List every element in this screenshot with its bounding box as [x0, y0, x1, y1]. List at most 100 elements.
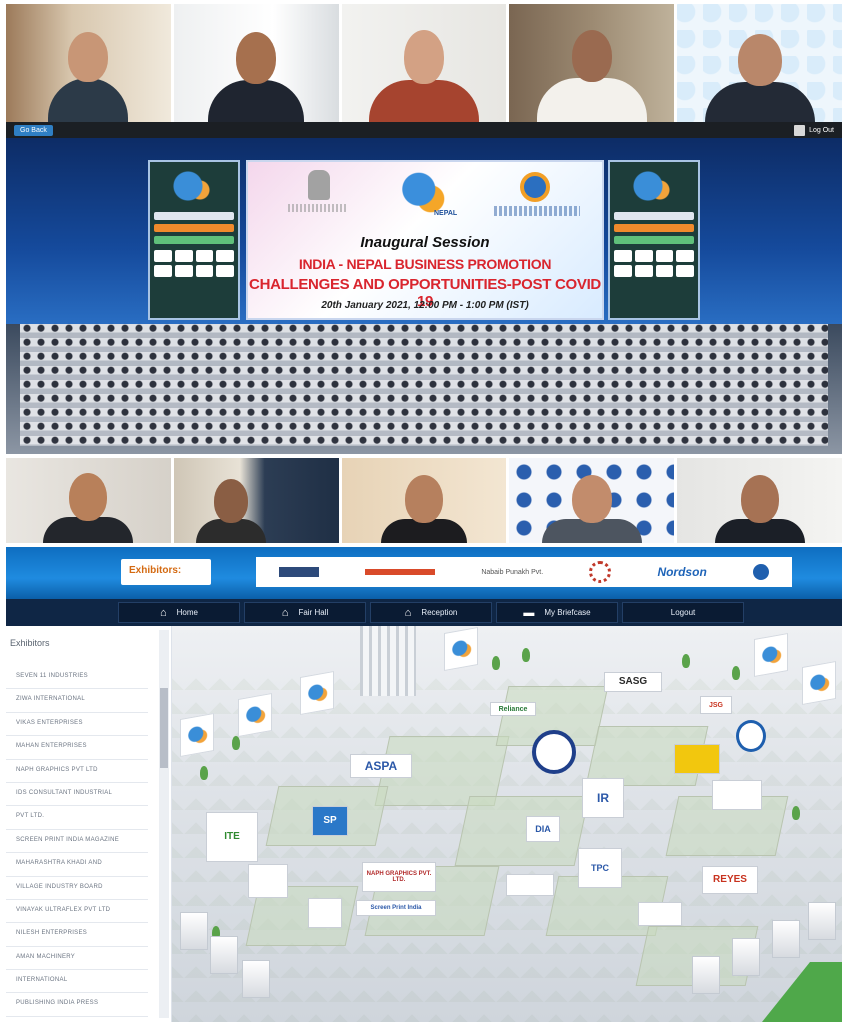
- booth-logo[interactable]: [308, 898, 342, 928]
- event-flag-icon: [238, 693, 272, 737]
- side-screen-left: [148, 160, 240, 320]
- exhibitor-list-item[interactable]: VIKAS ENTERPRISES: [6, 713, 148, 737]
- booth-logo-aspa[interactable]: ASPA: [350, 754, 412, 778]
- session-date: 20th January 2021, 12:00 PM - 1:00 PM (I…: [321, 300, 529, 311]
- event-flag-icon: [754, 633, 788, 677]
- fair-navigation-bar: ⌂ Home ⌂ Fair Hall ⌂ Reception ▬ My Brie…: [6, 599, 842, 626]
- booth-logo-naph-graphics[interactable]: NAPH GRAPHICS PVT. LTD.: [362, 862, 436, 892]
- chamber-logo-icon: [520, 172, 550, 202]
- hall-entrance-pillar: [360, 626, 416, 696]
- exhibitor-sidebar: Exhibitors SEVEN 11 INDUSTRIES ZIWA INTE…: [6, 626, 172, 1022]
- event-flag-icon: [180, 713, 214, 757]
- sponsor-logo[interactable]: Nabaib Punakh Pvt.: [481, 569, 543, 576]
- exhibitor-banner: Exhibitors: Nabaib Punakh Pvt. Nordson: [6, 547, 842, 599]
- audience-seats: [20, 324, 828, 446]
- booth-logo[interactable]: [506, 874, 554, 896]
- booth-platform[interactable]: [454, 796, 590, 866]
- exhibitor-list-item[interactable]: AMAN MACHINERY: [6, 947, 148, 971]
- exhibitor-list-item[interactable]: NAPH GRAPHICS PVT LTD: [6, 760, 148, 783]
- event-flag-icon: [444, 627, 478, 671]
- nav-label: Logout: [670, 608, 696, 617]
- participant-video-tile: [509, 4, 675, 122]
- exhibitor-list-item[interactable]: IDS CONSULTANT INDUSTRIAL: [6, 783, 148, 807]
- participant-video-tile: [6, 458, 171, 543]
- nav-label: Fair Hall: [298, 608, 329, 617]
- mandala-logo-icon[interactable]: [589, 561, 612, 583]
- booth-logo[interactable]: [712, 780, 762, 810]
- session-title-screen: NEPAL Inaugural Session INDIA - NEPAL BU…: [246, 160, 604, 320]
- log-out-button[interactable]: Log Out: [794, 124, 834, 136]
- participant-video-tile: [341, 4, 507, 122]
- nav-logout-button[interactable]: Logout: [622, 602, 744, 623]
- exhibitor-list-item[interactable]: SCREEN PRINT INDIA MAGAZINE: [6, 830, 148, 854]
- exhibitor-list-item[interactable]: PVT LTD.: [6, 806, 148, 830]
- event-flag-icon: [300, 671, 334, 715]
- exhibitors-label: Exhibitors:: [121, 559, 211, 585]
- participant-video-tile: [677, 458, 842, 543]
- booth-logo-reliance[interactable]: Reliance: [490, 702, 536, 716]
- conference-control-bar: Go Back Log Out: [6, 122, 842, 138]
- exhibitor-list-item[interactable]: VILLAGE INDUSTRY BOARD: [6, 877, 148, 900]
- virtual-event-screenshot: Go Back Log Out NEPAL Inaugural Session …: [0, 0, 848, 1023]
- nav-label: My Briefcase: [544, 608, 591, 617]
- event-logo-icon: [164, 168, 224, 208]
- booth-logo-dia[interactable]: DIA: [526, 816, 560, 842]
- booth-logo-sp[interactable]: SP: [312, 806, 348, 836]
- side-screen-right: [608, 160, 700, 320]
- booth-logo-jsg[interactable]: JSG: [700, 696, 732, 714]
- participant-video-row-top: [6, 4, 842, 122]
- participant-video-tile: [173, 458, 339, 543]
- sponsor-logo[interactable]: [279, 567, 320, 577]
- nav-briefcase-button[interactable]: ▬ My Briefcase: [496, 602, 618, 623]
- participant-video-tile: [6, 4, 171, 122]
- go-back-button[interactable]: Go Back: [14, 124, 53, 136]
- booth-logo[interactable]: [638, 902, 682, 926]
- booth-logo-tpc[interactable]: TPC: [578, 848, 622, 888]
- booth-logo[interactable]: [532, 730, 576, 774]
- session-headline-1: INDIA - NEPAL BUSINESS PROMOTION: [298, 256, 552, 272]
- participant-video-tile: [173, 4, 339, 122]
- virtual-auditorium: NEPAL Inaugural Session INDIA - NEPAL BU…: [6, 138, 842, 454]
- exhibitor-list-item[interactable]: PUBLISHING INDIA PRESS: [6, 993, 148, 1017]
- nav-label: Home: [176, 608, 198, 617]
- exhibitor-list-item[interactable]: NILESH ENTERPRISES: [6, 923, 148, 947]
- exhibitor-list-item[interactable]: ZIWA INTERNATIONAL: [6, 689, 148, 713]
- exhibitor-list-item[interactable]: INTERNATIONAL: [6, 970, 148, 994]
- scrollbar-thumb[interactable]: [160, 688, 168, 768]
- sponsor-logo[interactable]: [365, 569, 436, 575]
- booth-logo[interactable]: [674, 744, 720, 774]
- session-title: Inaugural Session: [360, 234, 490, 251]
- exhibitor-list-item[interactable]: MAHARASHTRA KHADI AND: [6, 853, 148, 877]
- nav-reception-button[interactable]: ⌂ Reception: [370, 602, 492, 623]
- exhibitor-list-item[interactable]: SEVEN 11 INDUSTRIES: [6, 666, 148, 690]
- participant-video-tile: [341, 458, 507, 543]
- sponsor-logo-band: Nabaib Punakh Pvt. Nordson: [256, 557, 792, 587]
- participant-video-tile: [677, 4, 842, 122]
- home-icon: ⌂: [281, 606, 289, 619]
- nav-label: Reception: [421, 608, 458, 617]
- booth-logo-ite[interactable]: ITE: [206, 812, 258, 862]
- exhibitor-list-item[interactable]: MAHAN ENTERPRISES: [6, 736, 148, 760]
- booth-logo-sasg[interactable]: SASG: [604, 672, 662, 692]
- log-out-label: Log Out: [809, 126, 834, 134]
- sidebar-title: Exhibitors: [10, 638, 50, 648]
- event-logo-icon: [624, 168, 684, 208]
- participant-video-row-bottom: [6, 458, 842, 543]
- user-icon: [794, 124, 806, 136]
- booth-logo-ir[interactable]: IR: [582, 778, 624, 818]
- exhibitor-list-item[interactable]: VINAYAK ULTRAFLEX PVT LTD: [6, 900, 148, 924]
- exhibition-hall-view: ASPA SASG Reliance DIA NAPH GRAPHICS PVT…: [172, 626, 842, 1022]
- globe-logo-icon[interactable]: [752, 564, 769, 580]
- booth-logo[interactable]: [736, 720, 766, 752]
- sponsor-logo[interactable]: Nordson: [657, 565, 706, 579]
- exhibitor-list: SEVEN 11 INDUSTRIES ZIWA INTERNATIONAL V…: [6, 666, 171, 1017]
- briefcase-icon: ▬: [523, 606, 535, 619]
- booth-logo-screen-print-india[interactable]: Screen Print India: [356, 900, 436, 916]
- sidebar-scrollbar[interactable]: [159, 630, 169, 1018]
- booth-logo[interactable]: [248, 864, 288, 898]
- booth-logo-reyes[interactable]: REYES: [702, 866, 758, 894]
- nav-fair-hall-button[interactable]: ⌂ Fair Hall: [244, 602, 366, 623]
- nav-home-button[interactable]: ⌂ Home: [118, 602, 240, 623]
- national-emblem-icon: [308, 170, 330, 200]
- event-brand-text: NEPAL: [434, 210, 458, 217]
